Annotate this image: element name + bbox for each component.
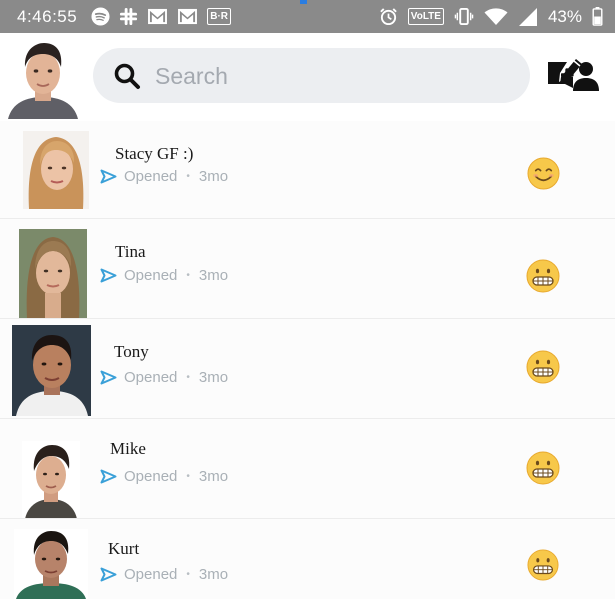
status-bar: 4:46:55 B·R VoLTE 43% <box>0 0 615 33</box>
search-bar[interactable] <box>93 48 599 103</box>
status-text: Opened <box>124 468 178 485</box>
chat-row[interactable]: Stacy GF :) Opened • 3mo <box>0 121 615 219</box>
chat-row[interactable]: Mike Opened • 3mo <box>0 419 615 519</box>
system-icons: VoLTE 43% <box>379 0 603 33</box>
time-ago: 3mo <box>198 566 229 583</box>
friend-name: Mike <box>110 439 146 458</box>
time-ago: 3mo <box>198 369 229 386</box>
chat-status: Opened • 3mo <box>100 369 228 386</box>
notification-indicator <box>300 0 307 4</box>
separator-dot: • <box>186 372 190 383</box>
wifi-icon <box>484 7 508 26</box>
status-text: Opened <box>124 369 178 386</box>
grimacing-face-icon <box>526 451 560 490</box>
friend-avatar <box>22 441 80 519</box>
sent-arrow-icon <box>100 370 117 385</box>
volte-icon: VoLTE <box>407 8 444 25</box>
chat-row[interactable]: Kurt Opened • 3mo <box>0 519 615 599</box>
separator-dot: • <box>186 569 190 580</box>
friend-avatar <box>19 229 87 319</box>
search-input[interactable] <box>153 56 447 96</box>
chat-status: Opened • 3mo <box>100 566 228 583</box>
alarm-icon <box>379 7 398 26</box>
separator-dot: • <box>186 270 190 281</box>
friend-name: Stacy GF :) <box>115 144 194 163</box>
grimacing-face-icon <box>527 549 559 586</box>
chat-row[interactable]: Tony Opened • 3mo <box>0 319 615 419</box>
separator-dot: • <box>186 171 190 182</box>
friend-avatar <box>12 325 91 416</box>
status-text: Opened <box>124 168 178 185</box>
sent-arrow-icon <box>100 268 117 283</box>
spotify-icon <box>91 7 110 26</box>
notification-icons: B·R <box>91 7 232 26</box>
sent-arrow-icon <box>100 469 117 484</box>
vibrate-icon <box>454 7 474 26</box>
status-text: Opened <box>124 267 178 284</box>
signal-icon <box>518 7 538 26</box>
br-app-icon: B·R <box>207 8 232 25</box>
friend-name: Tony <box>114 342 149 361</box>
time-ago: 3mo <box>198 267 229 284</box>
battery-icon <box>592 7 603 26</box>
new-chat-icon[interactable] <box>545 58 583 97</box>
grimacing-face-icon <box>526 350 560 389</box>
smiling-face-icon <box>527 157 560 195</box>
gmail-icon <box>177 8 198 25</box>
chat-status: Opened • 3mo <box>100 267 228 284</box>
status-text: Opened <box>124 566 178 583</box>
clock: 4:46:55 <box>17 6 78 26</box>
friend-name: Tina <box>115 242 146 261</box>
sent-arrow-icon <box>100 169 117 184</box>
gmail-icon <box>147 8 168 25</box>
app-header <box>0 33 615 121</box>
chat-row[interactable]: Tina Opened • 3mo <box>0 219 615 319</box>
separator-dot: • <box>186 471 190 482</box>
my-profile-avatar[interactable] <box>6 37 80 119</box>
friend-avatar <box>23 131 89 209</box>
search-icon <box>113 62 141 95</box>
friend-name: Kurt <box>108 539 140 558</box>
time-ago: 3mo <box>198 168 229 185</box>
sent-arrow-icon <box>100 567 117 582</box>
grimacing-face-icon <box>526 259 560 298</box>
friend-avatar <box>14 529 88 599</box>
battery-percent: 43% <box>547 6 582 26</box>
time-ago: 3mo <box>198 468 229 485</box>
chat-status: Opened • 3mo <box>100 468 228 485</box>
chat-status: Opened • 3mo <box>100 168 228 185</box>
slack-icon <box>119 7 138 26</box>
